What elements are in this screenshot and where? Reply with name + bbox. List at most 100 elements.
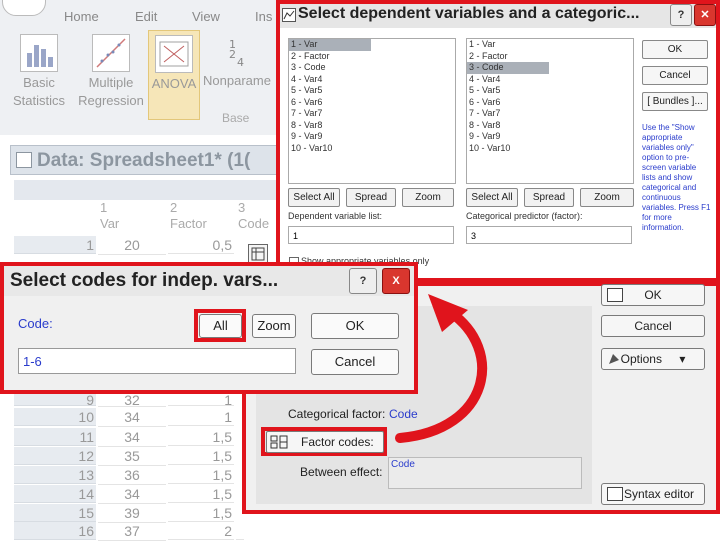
anova-button[interactable]: ANOVA: [148, 30, 200, 120]
column-name: Code: [238, 216, 270, 231]
syntax-editor-button[interactable]: Syntax editor: [601, 483, 705, 505]
right-select-all-button[interactable]: Select All: [466, 188, 518, 207]
basic-statistics-label-2: Statistics: [12, 93, 65, 108]
list-item[interactable]: 6 - Var6: [289, 97, 455, 109]
table-cell[interactable]: 1,5: [168, 504, 234, 522]
column-number: 3: [238, 200, 246, 215]
list-item[interactable]: 8 - Var8: [467, 120, 633, 132]
syntax-editor-label: Syntax editor: [623, 487, 695, 501]
ok-button[interactable]: OK: [642, 40, 708, 59]
column-header-code[interactable]: 3 Code: [238, 200, 276, 236]
table-cell[interactable]: 20: [98, 236, 166, 255]
multiple-regression-label-2: Regression: [78, 93, 144, 108]
row-number[interactable]: 1: [14, 236, 96, 254]
nonparametrics-label: Nonparame: [203, 73, 271, 88]
table-cell[interactable]: 1,5: [168, 485, 234, 503]
list-item[interactable]: 6 - Var6: [467, 97, 633, 109]
table-cell[interactable]: 34: [98, 428, 166, 447]
annotation-arrow-shaft: [395, 307, 488, 443]
anova-ok-button[interactable]: OK: [601, 284, 705, 306]
row-number[interactable]: 9: [14, 394, 96, 406]
anova-options-button[interactable]: Options ▾: [601, 348, 705, 370]
row-number[interactable]: 11: [14, 428, 96, 446]
between-effect-box[interactable]: Code: [388, 457, 582, 489]
table-cell[interactable]: 1: [168, 394, 234, 406]
factor-codes-button[interactable]: Factor codes:: [266, 431, 384, 453]
column-header-var[interactable]: 1 Var: [100, 200, 166, 236]
right-spread-button[interactable]: Spread: [524, 188, 574, 207]
code-label: Code:: [18, 316, 53, 331]
list-item[interactable]: 10 - Var10: [467, 143, 633, 155]
list-item[interactable]: 2 - Factor: [467, 51, 633, 63]
table-cell[interactable]: 1: [168, 408, 234, 426]
list-item[interactable]: 7 - Var7: [289, 108, 455, 120]
table-cell[interactable]: 2: [168, 522, 234, 540]
row-number[interactable]: 14: [14, 485, 96, 503]
list-item[interactable]: 10 - Var10: [289, 143, 455, 155]
code-input[interactable]: 1-6: [18, 348, 296, 374]
list-item[interactable]: 1 - Var: [289, 39, 371, 51]
list-item[interactable]: 1 - Var: [467, 39, 633, 51]
table-cell[interactable]: 35: [98, 447, 166, 466]
cancel-button[interactable]: Cancel: [642, 66, 708, 85]
row-number[interactable]: 10: [14, 408, 96, 426]
grid-header-bar: [14, 180, 284, 200]
table-cell[interactable]: 37: [98, 522, 166, 541]
dialog-app-icon: [282, 8, 296, 22]
left-zoom-button[interactable]: Zoom: [402, 188, 454, 207]
tab-edit[interactable]: Edit: [135, 9, 157, 24]
table-cell[interactable]: 1,5: [168, 428, 234, 446]
categorical-predictor-list[interactable]: 1 - Var 2 - Factor 3 - Code 4 - Var4 5 -…: [466, 38, 634, 184]
all-button[interactable]: All: [199, 314, 242, 338]
column-header-factor[interactable]: 2 Factor: [170, 200, 234, 236]
categorical-predictor-field[interactable]: 3: [466, 226, 632, 244]
factor-codes-icon: [270, 434, 288, 456]
list-item[interactable]: 5 - Var5: [289, 85, 455, 97]
list-item[interactable]: 5 - Var5: [467, 85, 633, 97]
nonparametrics-button[interactable]: 124 Nonparame: [200, 30, 274, 118]
row-number[interactable]: 16: [14, 522, 96, 540]
bundles-button[interactable]: [ Bundles ]...: [642, 92, 708, 111]
tab-view[interactable]: View: [192, 9, 220, 24]
select-codes-help-button[interactable]: ?: [349, 268, 377, 294]
table-cell[interactable]: 34: [98, 485, 166, 504]
variable-selector-icon[interactable]: [248, 244, 268, 264]
table-cell[interactable]: 36: [98, 466, 166, 485]
tab-home[interactable]: Home: [64, 9, 99, 24]
multiple-regression-button[interactable]: Multiple Regression: [76, 30, 146, 118]
right-zoom-button[interactable]: Zoom: [580, 188, 634, 207]
list-item[interactable]: 3 - Code: [289, 62, 455, 74]
list-item[interactable]: 9 - Var9: [289, 131, 455, 143]
help-button[interactable]: ?: [670, 4, 692, 26]
table-cell[interactable]: 1,5: [168, 447, 234, 465]
basic-statistics-button[interactable]: Basic Statistics: [6, 30, 72, 118]
row-number[interactable]: 15: [14, 504, 96, 522]
between-effect-value: Code: [391, 459, 415, 470]
table-cell[interactable]: 1,5: [168, 466, 234, 484]
close-button[interactable]: ✕: [694, 4, 716, 26]
row-number[interactable]: 13: [14, 466, 96, 484]
list-item[interactable]: 4 - Var4: [289, 74, 455, 86]
anova-cancel-button[interactable]: Cancel: [601, 315, 705, 337]
list-item[interactable]: 8 - Var8: [289, 120, 455, 132]
app-menu-button[interactable]: [2, 0, 46, 16]
table-cell[interactable]: 34: [98, 408, 166, 427]
table-cell[interactable]: 32: [98, 394, 166, 407]
row-number[interactable]: 12: [14, 447, 96, 465]
dependent-variable-list[interactable]: 1 - Var 2 - Factor 3 - Code 4 - Var4 5 -…: [288, 38, 456, 184]
list-item[interactable]: 4 - Var4: [467, 74, 633, 86]
zoom-button[interactable]: Zoom: [252, 314, 296, 338]
anova-icon: [155, 35, 193, 73]
left-spread-button[interactable]: Spread: [346, 188, 396, 207]
left-select-all-button[interactable]: Select All: [288, 188, 340, 207]
table-cell[interactable]: 39: [98, 504, 166, 523]
list-item[interactable]: 3 - Code: [467, 62, 549, 74]
grid-below-dialog: [244, 514, 720, 540]
tab-insert[interactable]: Ins: [255, 9, 272, 24]
list-item[interactable]: 7 - Var7: [467, 108, 633, 120]
list-item[interactable]: 9 - Var9: [467, 131, 633, 143]
list-item[interactable]: 2 - Factor: [289, 51, 455, 63]
anova-label: ANOVA: [151, 76, 197, 91]
dependent-variable-field[interactable]: 1: [288, 226, 454, 244]
table-cell[interactable]: 0,5: [168, 236, 234, 254]
